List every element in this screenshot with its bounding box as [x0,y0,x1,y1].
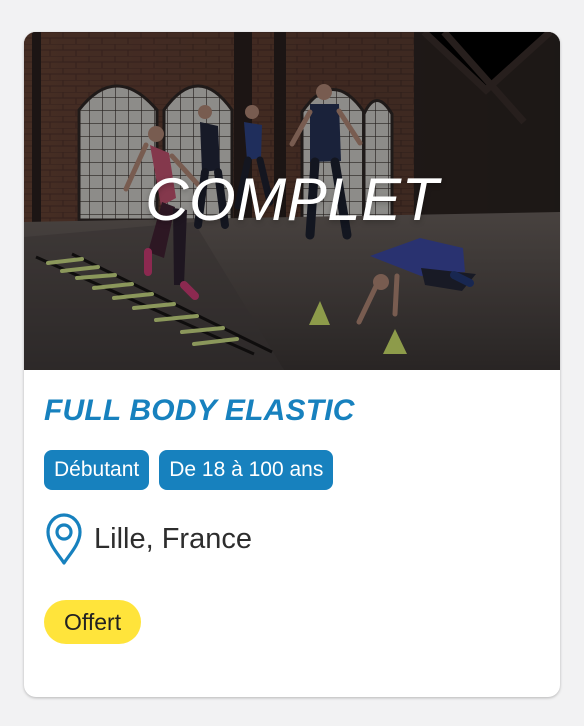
level-badge: Débutant [44,450,150,490]
activity-title[interactable]: FULL BODY ELASTIC [44,392,540,430]
activity-image[interactable]: COMPLET [24,32,560,370]
price-badge: Offert [44,600,142,644]
full-status-label: COMPLET [145,166,439,233]
map-pin-icon [46,513,82,565]
card-content: FULL BODY ELASTIC Débutant De 18 à 100 a… [24,370,560,644]
activity-tags: Débutant De 18 à 100 ans [44,450,540,490]
location-row: Lille, France [44,512,540,566]
age-badge: De 18 à 100 ans [159,450,334,490]
activity-card[interactable]: COMPLET FULL BODY ELASTIC Débutant De 18… [24,32,560,697]
location-text: Lille, France [94,523,252,555]
